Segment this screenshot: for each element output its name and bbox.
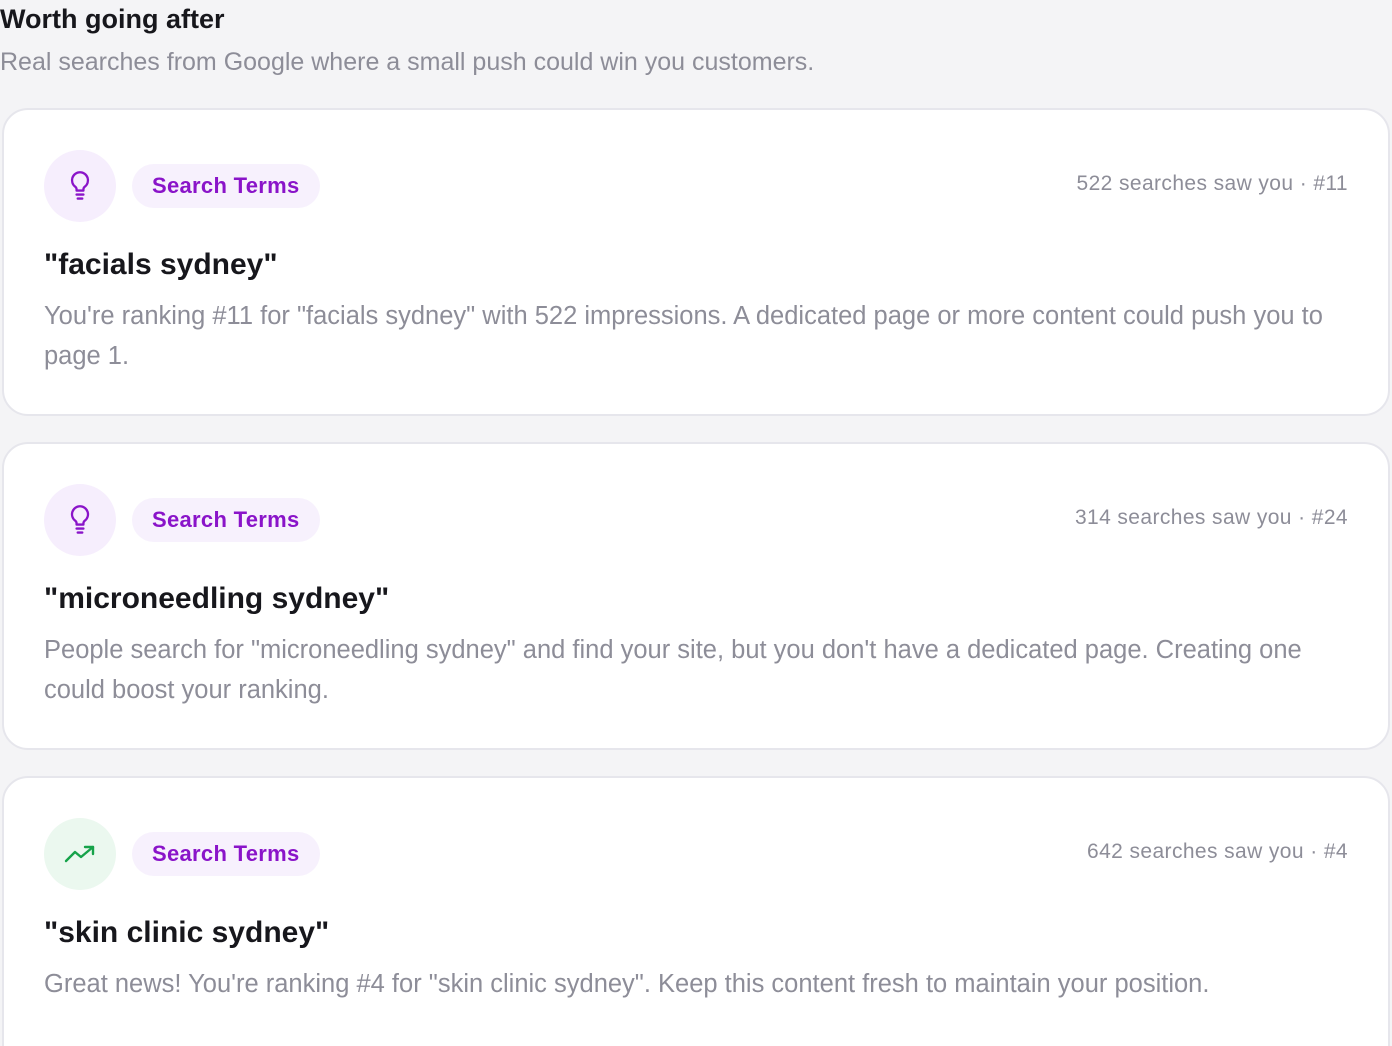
lightbulb-icon bbox=[44, 150, 116, 222]
opportunity-card[interactable]: Search Terms 642 searches saw you · #4 "… bbox=[2, 776, 1390, 1046]
section-subtitle: Real searches from Google where a small … bbox=[0, 48, 815, 76]
search-stats: 642 searches saw you · #4 bbox=[1087, 840, 1348, 863]
opportunity-description: You're ranking #11 for "facials sydney" … bbox=[44, 302, 1323, 370]
opportunity-card[interactable]: Search Terms 314 searches saw you · #24 … bbox=[2, 442, 1390, 750]
opportunity-card[interactable]: Search Terms 522 searches saw you · #11 … bbox=[2, 108, 1390, 416]
search-term-title: "microneedling sydney" bbox=[44, 582, 390, 615]
category-badge: Search Terms bbox=[132, 832, 320, 876]
search-term-title: "skin clinic sydney" bbox=[44, 916, 330, 949]
search-stats: 314 searches saw you · #24 bbox=[1074, 506, 1348, 529]
trending-up-icon bbox=[44, 818, 116, 890]
opportunity-description: Great news! You're ranking #4 for "skin … bbox=[44, 970, 1210, 998]
opportunity-description: People search for "microneedling sydney"… bbox=[44, 636, 1302, 704]
search-term-title: "facials sydney" bbox=[44, 248, 278, 281]
opportunities-page: Worth going after Real searches from Goo… bbox=[0, 0, 1392, 1046]
category-badge: Search Terms bbox=[132, 498, 320, 542]
search-stats: 522 searches saw you · #11 bbox=[1076, 172, 1348, 195]
lightbulb-icon bbox=[44, 484, 116, 556]
category-badge: Search Terms bbox=[132, 164, 320, 208]
section-title: Worth going after bbox=[0, 4, 225, 34]
